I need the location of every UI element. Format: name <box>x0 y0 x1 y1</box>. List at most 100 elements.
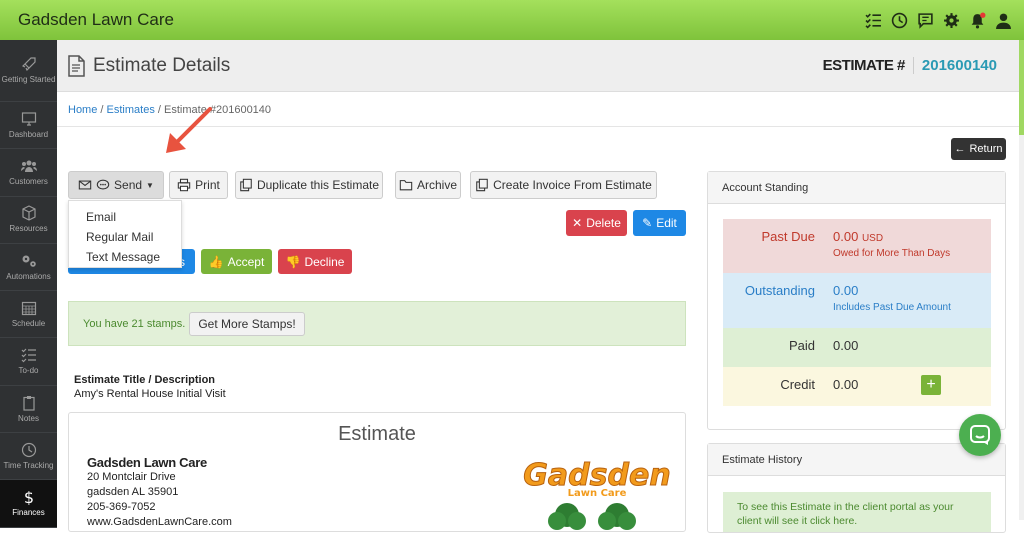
sidebar-item-resources[interactable]: Resources <box>0 197 57 244</box>
credit-value: 0.00 <box>833 377 859 392</box>
get-more-stamps-button[interactable]: Get More Stamps! <box>189 311 305 336</box>
thumbs-up-icon: 👍 <box>208 254 224 269</box>
breadcrumb-home[interactable]: Home <box>68 104 97 116</box>
sidebar-item-getting-started[interactable]: Getting Started <box>0 40 57 102</box>
scrollbar-thumb[interactable] <box>1019 40 1024 135</box>
top-icons <box>864 11 1012 29</box>
paid-value: 0.00 <box>833 338 859 353</box>
client-portal-note[interactable]: To see this Estimate in the client porta… <box>723 492 991 532</box>
outstanding-label: Outstanding <box>744 283 815 298</box>
calendar-icon <box>21 301 36 316</box>
clock-icon[interactable] <box>890 11 908 29</box>
clipboard-icon <box>22 395 35 411</box>
breadcrumb-estimates[interactable]: Estimates <box>107 104 155 116</box>
past-due-currency: USD <box>861 233 884 244</box>
sms-icon <box>96 179 110 190</box>
sidebar-item-time-tracking[interactable]: Time Tracking <box>0 433 57 481</box>
return-button[interactable]: ← Return <box>951 138 1006 160</box>
company-logo: Gadsden Lawn Care <box>523 458 671 530</box>
list-icon <box>21 348 36 363</box>
account-standing-title: Account Standing <box>708 172 1005 204</box>
company-name: Gadsden Lawn Care <box>87 455 207 470</box>
edit-button[interactable]: ✎ Edit <box>633 210 686 236</box>
outstanding-row: Outstanding 0.00 Includes Past Due Amoun… <box>723 273 991 328</box>
past-due-label: Past Due <box>761 229 815 244</box>
company-website: www.GadsdenLawnCare.com <box>87 516 232 528</box>
company-phone: 205-369-7052 <box>87 501 156 513</box>
accept-button[interactable]: 👍 Accept <box>201 249 272 274</box>
sidebar: Getting Started Dashboard Customers Reso… <box>0 40 57 528</box>
send-dropdown-menu: Email Regular Mail Text Message <box>68 200 182 268</box>
bell-icon[interactable] <box>968 11 986 29</box>
page-header: Estimate Details ESTIMATE # 201600140 <box>57 40 1019 92</box>
past-due-note: Owed for More Than Days <box>833 248 951 259</box>
credit-row: Credit 0.00 + <box>723 367 991 406</box>
sidebar-item-automations[interactable]: Automations <box>0 244 57 292</box>
estimate-number: 201600140 <box>921 57 997 74</box>
stamps-alert: You have 21 stamps. Get More Stamps! <box>68 301 686 346</box>
credit-label: Credit <box>780 377 815 392</box>
sidebar-item-todo[interactable]: To-do <box>0 338 57 386</box>
send-menu-text-message[interactable]: Text Message <box>69 249 181 269</box>
gears-icon <box>22 255 36 267</box>
sidebar-item-finances[interactable]: $ Finances <box>0 480 57 528</box>
estimate-number-label: ESTIMATE # <box>823 57 914 74</box>
pencil-icon: ✎ <box>642 216 653 230</box>
page-scrollbar[interactable] <box>1019 40 1024 520</box>
sidebar-item-schedule[interactable]: Schedule <box>0 291 57 339</box>
close-icon: ✕ <box>572 216 583 230</box>
estimate-description-value: Amy's Rental House Initial Visit <box>74 388 226 400</box>
send-button[interactable]: Send ▼ <box>68 171 164 199</box>
company-info: Gadsden Lawn Care 20 Montclair Drive gad… <box>87 455 232 530</box>
user-icon[interactable] <box>994 11 1012 29</box>
envelope-icon <box>78 180 92 190</box>
estimate-history-title: Estimate History <box>708 444 1005 476</box>
checklist-icon[interactable] <box>864 11 882 29</box>
past-due-value: 0.00 <box>833 229 859 244</box>
paid-label: Paid <box>788 338 815 353</box>
estimate-description-label: Estimate Title / Description <box>74 374 216 386</box>
sidebar-item-dashboard[interactable]: Dashboard <box>0 102 57 150</box>
dollar-icon: $ <box>23 489 33 505</box>
annotation-arrow <box>166 107 212 153</box>
estimate-heading: Estimate <box>338 423 416 445</box>
page-title: Estimate Details <box>93 54 231 76</box>
past-due-row: Past Due 0.00 USD Owed for More Than Day… <box>723 219 991 273</box>
copy-icon <box>476 178 488 192</box>
duplicate-button[interactable]: Duplicate this Estimate <box>235 171 383 199</box>
send-menu-email[interactable]: Email <box>69 209 181 229</box>
decline-button[interactable]: 👎 Decline <box>278 249 352 274</box>
company-address2: gadsden AL 35901 <box>87 486 179 498</box>
outstanding-note: Includes Past Due Amount <box>833 302 951 313</box>
chat-launcher-button[interactable] <box>959 414 1001 456</box>
rocket-icon <box>21 57 36 72</box>
document-icon <box>68 54 85 77</box>
delete-button[interactable]: ✕ Delete <box>566 210 627 236</box>
folder-icon <box>399 180 413 191</box>
sidebar-item-notes[interactable]: Notes <box>0 386 57 434</box>
monitor-icon <box>21 112 36 126</box>
top-bar: Gadsden Lawn Care <box>0 0 1024 40</box>
arrow-left-icon: ← <box>954 143 966 155</box>
users-icon <box>20 160 37 173</box>
archive-button[interactable]: Archive <box>395 171 461 199</box>
chat-icon[interactable] <box>916 11 934 29</box>
company-address1: 20 Montclair Drive <box>87 471 176 483</box>
app-title[interactable]: Gadsden Lawn Care <box>18 10 864 30</box>
box-icon <box>21 205 36 222</box>
chat-bubble-icon <box>970 425 990 445</box>
create-invoice-button[interactable]: Create Invoice From Estimate <box>470 171 657 199</box>
estimate-document: Estimate Gadsden Lawn Care 20 Montclair … <box>68 412 686 532</box>
gear-icon[interactable] <box>942 11 960 29</box>
outstanding-value: 0.00 <box>833 283 859 298</box>
paid-row: Paid 0.00 <box>723 328 991 367</box>
sidebar-item-customers[interactable]: Customers <box>0 149 57 197</box>
stamps-message: You have 21 stamps. <box>83 317 186 330</box>
add-credit-button[interactable]: + <box>921 375 941 395</box>
clock-icon <box>21 442 36 458</box>
printer-icon <box>177 178 191 192</box>
copy-icon <box>240 178 252 192</box>
send-menu-regular-mail[interactable]: Regular Mail <box>69 229 181 249</box>
print-button[interactable]: Print <box>169 171 228 199</box>
svg-text:Lawn Care: Lawn Care <box>568 488 627 499</box>
